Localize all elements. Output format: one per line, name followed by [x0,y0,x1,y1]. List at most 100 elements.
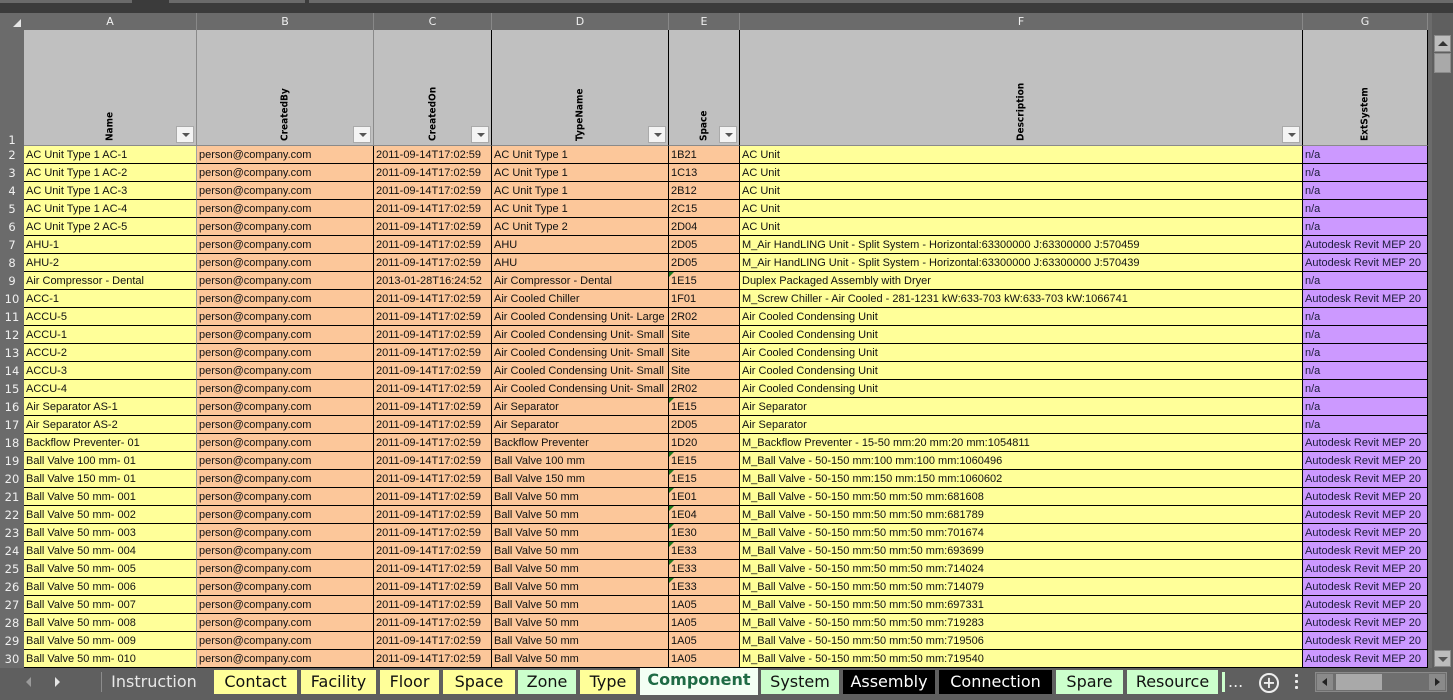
cell-typename[interactable]: Ball Valve 50 mm [492,560,669,578]
cell-createdon[interactable]: 2011-09-14T17:02:59 [374,488,492,506]
cell-extsystem[interactable]: n/a [1303,272,1428,290]
cell-typename[interactable]: Ball Valve 100 mm [492,452,669,470]
cell-createdby[interactable]: person@company.com [197,272,374,290]
cell-name[interactable]: Ball Valve 50 mm- 003 [24,524,197,542]
cell-extsystem[interactable]: Autodesk Revit MEP 20 [1303,596,1428,614]
row-header[interactable]: 19 [0,452,24,470]
cell-description[interactable]: AC Unit [740,200,1303,218]
cell-typename[interactable]: Air Cooled Condensing Unit- Small [492,362,669,380]
row-header[interactable]: 13 [0,344,24,362]
sheet-tab-connection[interactable]: Connection [939,670,1052,694]
cell-typename[interactable]: Air Separator [492,398,669,416]
cell-description[interactable]: Duplex Packaged Assembly with Dryer [740,272,1303,290]
row-header[interactable]: 18 [0,434,24,452]
column-header-b[interactable]: B [197,13,374,30]
cell-name[interactable]: Ball Valve 50 mm- 010 [24,650,197,668]
cell-createdon[interactable]: 2013-01-28T16:24:52 [374,272,492,290]
sheet-tab-system[interactable]: System [761,670,839,694]
cell-name[interactable]: ACCU-1 [24,326,197,344]
row-header[interactable]: 15 [0,380,24,398]
options-kebab-icon[interactable] [1295,674,1299,692]
cell-typename[interactable]: Ball Valve 50 mm [492,524,669,542]
cell-description[interactable]: M_Air HandLING Unit - Split System - Hor… [740,236,1303,254]
cell-description[interactable]: M_Ball Valve - 50-150 mm:150 mm:150 mm:1… [740,470,1303,488]
add-sheet-button[interactable]: + [1259,673,1279,693]
field-header-cell[interactable]: TypeName [492,30,669,146]
row-header[interactable]: 3 [0,164,24,182]
cell-description[interactable]: M_Ball Valve - 50-150 mm:50 mm:50 mm:681… [740,506,1303,524]
cell-name[interactable]: Ball Valve 100 mm- 01 [24,452,197,470]
cell-createdon[interactable]: 2011-09-14T17:02:59 [374,578,492,596]
cell-createdby[interactable]: person@company.com [197,344,374,362]
cell-description[interactable]: Air Cooled Condensing Unit [740,344,1303,362]
cell-typename[interactable]: Air Cooled Condensing Unit- Small [492,380,669,398]
sheet-tab-zone[interactable]: Zone [518,670,576,694]
cell-name[interactable]: Ball Valve 50 mm- 009 [24,632,197,650]
cell-space[interactable]: 1B21 [669,146,740,164]
cell-extsystem[interactable]: n/a [1303,380,1428,398]
cell-createdby[interactable]: person@company.com [197,416,374,434]
cell-space[interactable]: 1E30 [669,524,740,542]
cell-space[interactable]: 1A05 [669,632,740,650]
filter-dropdown-icon[interactable] [176,126,194,143]
field-header-cell[interactable]: Space [669,30,740,146]
horizontal-scroll-thumb[interactable] [1336,674,1382,690]
sheet-tab-instruction[interactable]: Instruction [106,670,202,694]
cell-name[interactable]: ACCU-4 [24,380,197,398]
cell-typename[interactable]: Ball Valve 150 mm [492,470,669,488]
cell-createdon[interactable]: 2011-09-14T17:02:59 [374,596,492,614]
cell-createdby[interactable]: person@company.com [197,650,374,668]
row-header[interactable]: 29 [0,632,24,650]
cell-createdby[interactable]: person@company.com [197,542,374,560]
cell-extsystem[interactable]: n/a [1303,344,1428,362]
cell-name[interactable]: ACCU-3 [24,362,197,380]
cell-extsystem[interactable]: Autodesk Revit MEP 20 [1303,614,1428,632]
cell-typename[interactable]: Air Cooled Condensing Unit- Small [492,326,669,344]
scroll-right-button[interactable] [1429,674,1445,690]
more-sheets-button[interactable]: ... [1228,670,1243,694]
cell-space[interactable]: Site [669,362,740,380]
column-header-e[interactable]: E [669,13,740,30]
field-header-cell[interactable]: Description [740,30,1303,146]
cell-createdon[interactable]: 2011-09-14T17:02:59 [374,470,492,488]
sheet-tab-facility[interactable]: Facility [301,670,376,694]
field-header-cell[interactable]: ExtSystem [1303,30,1428,146]
cell-typename[interactable]: AHU [492,254,669,272]
cell-createdby[interactable]: person@company.com [197,218,374,236]
cell-description[interactable]: M_Ball Valve - 50-150 mm:50 mm:50 mm:714… [740,560,1303,578]
cell-createdon[interactable]: 2011-09-14T17:02:59 [374,452,492,470]
cell-createdon[interactable]: 2011-09-14T17:02:59 [374,164,492,182]
cell-space[interactable]: 1A05 [669,614,740,632]
row-header[interactable]: 9 [0,272,24,290]
cell-typename[interactable]: AC Unit Type 1 [492,182,669,200]
cell-description[interactable]: M_Ball Valve - 50-150 mm:100 mm:100 mm:1… [740,452,1303,470]
cell-space[interactable]: 1D20 [669,434,740,452]
cell-description[interactable]: AC Unit [740,218,1303,236]
cell-createdby[interactable]: person@company.com [197,254,374,272]
cell-extsystem[interactable]: Autodesk Revit MEP 20 [1303,236,1428,254]
cell-description[interactable]: Air Separator [740,398,1303,416]
cell-createdby[interactable]: person@company.com [197,182,374,200]
cell-extsystem[interactable]: Autodesk Revit MEP 20 [1303,506,1428,524]
row-header[interactable]: 5 [0,200,24,218]
row-header[interactable]: 7 [0,236,24,254]
cell-createdon[interactable]: 2011-09-14T17:02:59 [374,398,492,416]
cell-name[interactable]: Ball Valve 50 mm- 008 [24,614,197,632]
cell-space[interactable]: 1C13 [669,164,740,182]
cell-typename[interactable]: Ball Valve 50 mm [492,506,669,524]
row-header[interactable]: 23 [0,524,24,542]
horizontal-scrollbar[interactable] [1315,672,1447,692]
cell-createdby[interactable]: person@company.com [197,398,374,416]
cell-typename[interactable]: Ball Valve 50 mm [492,596,669,614]
cell-description[interactable]: M_Ball Valve - 50-150 mm:50 mm:50 mm:701… [740,524,1303,542]
row-header[interactable]: 17 [0,416,24,434]
cell-typename[interactable]: AHU [492,236,669,254]
cell-space[interactable]: 1E15 [669,272,740,290]
cell-createdby[interactable]: person@company.com [197,488,374,506]
cell-name[interactable]: ACCU-2 [24,344,197,362]
cell-description[interactable]: M_Air HandLING Unit - Split System - Hor… [740,254,1303,272]
cell-extsystem[interactable]: n/a [1303,308,1428,326]
row-header[interactable]: 16 [0,398,24,416]
row-header[interactable]: 11 [0,308,24,326]
cell-name[interactable]: AHU-2 [24,254,197,272]
